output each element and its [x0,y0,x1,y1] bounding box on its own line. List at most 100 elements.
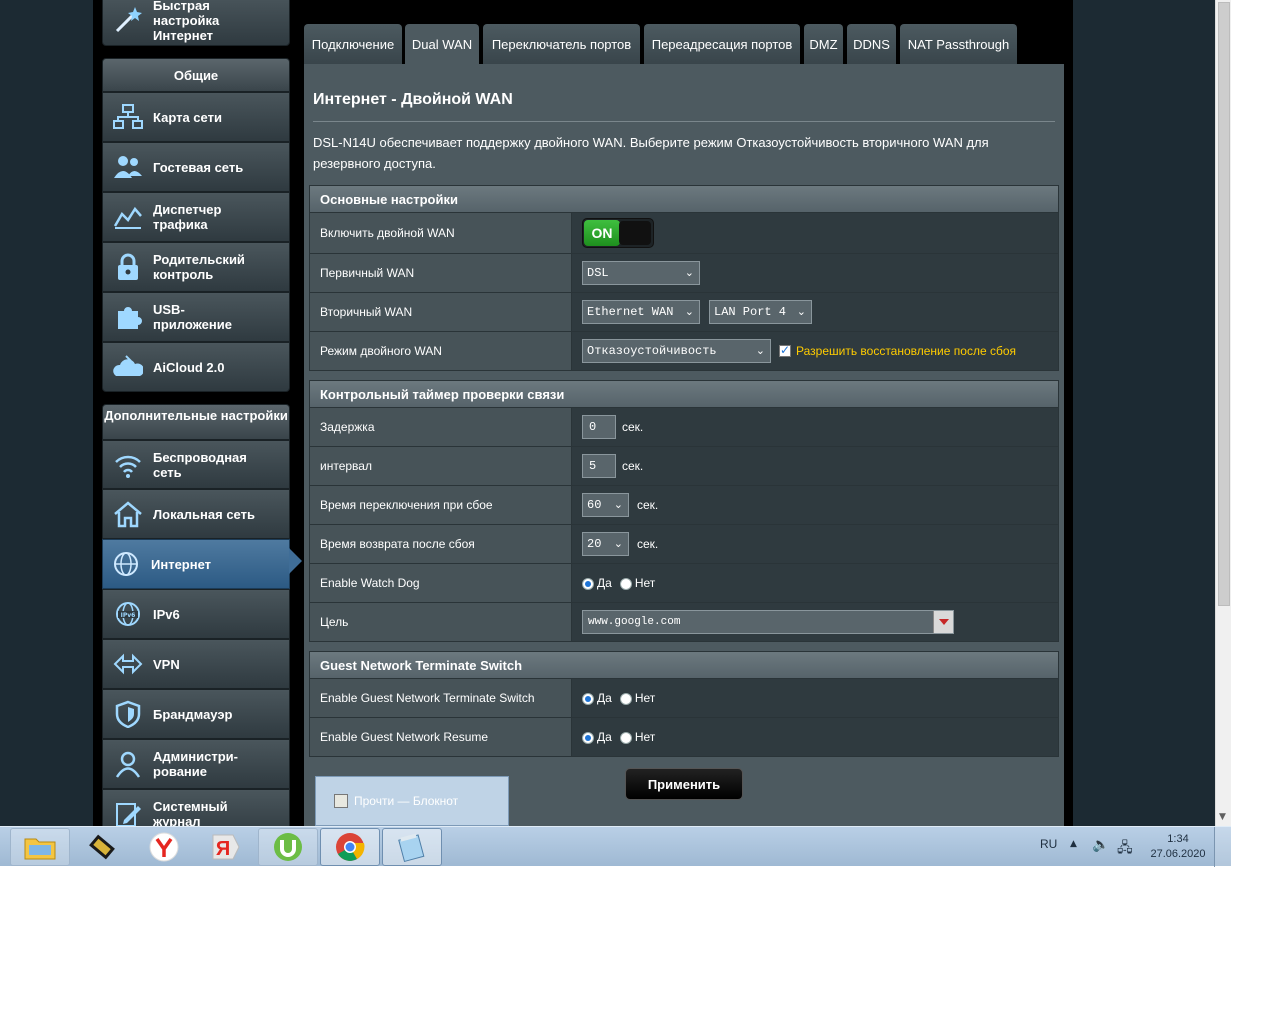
show-desktop-button[interactable] [1214,827,1231,867]
primary-wan-label: Первичный WAN [310,254,572,292]
sidebar-item-administration[interactable]: Администри-рование [102,739,290,789]
quick-setup-button[interactable]: Быстрая настройка Интернет [102,0,290,46]
watchdog-yes-radio[interactable] [582,578,594,590]
taskbar-notepad[interactable] [382,828,442,866]
failover-time-row: Время переключения при сбое 60 ⌄ сек. [309,486,1059,525]
tab-port-forwarding[interactable]: Переадресация портов [644,24,800,64]
sidebar-item-system-log[interactable]: Системный журнал [102,789,290,826]
sidebar-item-usb-app[interactable]: USB-приложение [102,292,290,342]
failback-time-select[interactable]: 20 ⌄ [582,532,629,556]
sidebar-item-parental-control[interactable]: Родительский контроль [102,242,290,292]
taskbar-yandex[interactable]: Я [196,828,256,866]
clock[interactable]: 1:34 27.06.2020 [1150,832,1206,862]
guest-resume-yes-radio[interactable] [582,732,594,744]
primary-wan-select[interactable]: DSL ⌄ [582,261,700,285]
tab-nat-passthrough[interactable]: NAT Passthrough [900,24,1017,64]
cloud-icon [111,352,145,382]
interval-input[interactable]: 5 [582,454,616,478]
clock-time: 1:34 [1167,833,1189,845]
traffic-manager-icon [111,202,145,232]
secondary-wan-select[interactable]: Ethernet WAN ⌄ [582,300,700,324]
yandex-browser-icon [149,832,179,862]
guest-terminate-no-radio[interactable] [619,693,632,705]
wand-icon [111,5,145,35]
secondary-port-select[interactable]: LAN Port 4 ⌄ [709,300,812,324]
primary-wan-row: Первичный WAN DSL ⌄ [309,254,1059,293]
tab-label: DMZ [809,36,838,52]
tab-dmz[interactable]: DMZ [804,24,843,64]
tab-port-switch[interactable]: Переключатель портов [483,24,640,64]
guest-terminate-label: Enable Guest Network Terminate Switch [310,679,572,717]
language-indicator[interactable]: RU [1040,837,1057,851]
volume-icon[interactable]: 🔈 [1092,837,1109,853]
taskbar-chrome[interactable] [320,828,380,866]
scrollbar-thumb[interactable] [1218,2,1230,606]
sidebar-item-firewall[interactable]: Брандмауэр [102,689,290,739]
tab-label: NAT Passthrough [907,36,1010,52]
guest-terminate-yes-radio[interactable] [582,693,594,705]
clock-date: 27.06.2020 [1150,848,1206,860]
sidebar-item-label: Системный журнал [153,799,228,826]
tab-ddns[interactable]: DDNS [847,24,896,64]
guest-resume-no-radio[interactable] [619,732,632,744]
sidebar-item-internet[interactable]: Интернет [102,539,290,589]
sidebar-item-lan[interactable]: Локальная сеть [102,489,290,539]
target-row: Цель www.google.com [309,603,1059,642]
watchdog-no-radio[interactable] [619,578,632,590]
taskbar-explorer[interactable] [10,828,70,866]
guest-resume-label: Enable Guest Network Resume [310,718,572,756]
dual-wan-mode-select[interactable]: Отказоустойчивость ⌄ [582,339,771,363]
guest-terminate-no-label: Нет [634,691,656,705]
taskbar-yandex-browser[interactable] [134,828,194,866]
interval-label: интервал [310,447,572,485]
failback-time-row: Время возврата после сбоя 20 ⌄ сек. [309,525,1059,564]
scroll-down-icon[interactable]: ▼ [1219,812,1226,822]
sidebar-item-network-map[interactable]: Карта сети [102,92,290,142]
sidebar-item-label: Родительский контроль [153,252,245,282]
folder-icon [24,838,56,860]
svg-text:Я: Я [216,838,230,860]
sidebar-item-traffic-manager[interactable]: Диспетчер трафика [102,192,290,242]
chip-icon [89,834,115,860]
tab-label: Подключение [311,36,395,52]
admin-icon [111,749,145,779]
enable-dual-wan-row: Включить двойной WAN ON [309,213,1059,254]
dual-wan-toggle[interactable]: ON [582,218,654,248]
allow-restore-label: Разрешить восстановление после сбоя [796,344,1016,358]
delay-label: Задержка [310,408,572,446]
taskbar-utorrent[interactable] [258,828,318,866]
chevron-down-icon: ⌄ [684,305,694,318]
sidebar-item-wireless[interactable]: Беспроводная сеть [102,440,290,489]
sidebar-item-aicloud[interactable]: AiCloud 2.0 [102,342,290,392]
allow-restore-checkbox[interactable] [779,343,791,357]
apply-button[interactable]: Применить [625,768,743,800]
tab-dual-wan[interactable]: Dual WAN [405,24,479,64]
sidebar-item-label: Локальная сеть [153,506,255,522]
home-icon [111,499,145,529]
title-divider [313,121,1055,122]
tab-label: DDNS [853,36,890,52]
chevron-down-icon: ⌄ [755,344,765,357]
page-title: Интернет - Двойной WAN [313,91,513,108]
taskbar-app-chip[interactable] [72,828,132,866]
dual-wan-mode-row: Режим двойного WAN Отказоустойчивость ⌄ Р… [309,332,1059,371]
network-icon[interactable]: 🖧 [1117,837,1133,861]
guest-resume-no-label: Нет [634,730,656,744]
advanced-header: Дополнительные настройки [102,404,290,440]
delay-input[interactable]: 0 [582,415,616,439]
tab-connection[interactable]: Подключение [304,24,402,64]
target-combobox[interactable]: www.google.com [582,610,954,634]
sidebar-item-guest-network[interactable]: Гостевая сеть [102,142,290,192]
network-map-icon [111,102,145,132]
globe-icon [109,549,143,579]
chrome-icon [336,833,365,861]
vertical-scrollbar[interactable]: ▼ [1215,0,1231,826]
notepad-taskbar-preview[interactable]: Прочти — Блокнот [315,776,509,826]
failover-unit: сек. [637,498,659,512]
sidebar-item-vpn[interactable]: VPN [102,639,290,689]
show-hidden-icons-icon[interactable]: ▲ [1070,839,1077,849]
chevron-down-icon: ⌄ [613,537,623,550]
dropdown-arrow-icon[interactable] [933,611,953,633]
sidebar-item-ipv6[interactable]: IPv6 IPv6 [102,589,290,639]
failover-time-select[interactable]: 60 ⌄ [582,493,629,517]
